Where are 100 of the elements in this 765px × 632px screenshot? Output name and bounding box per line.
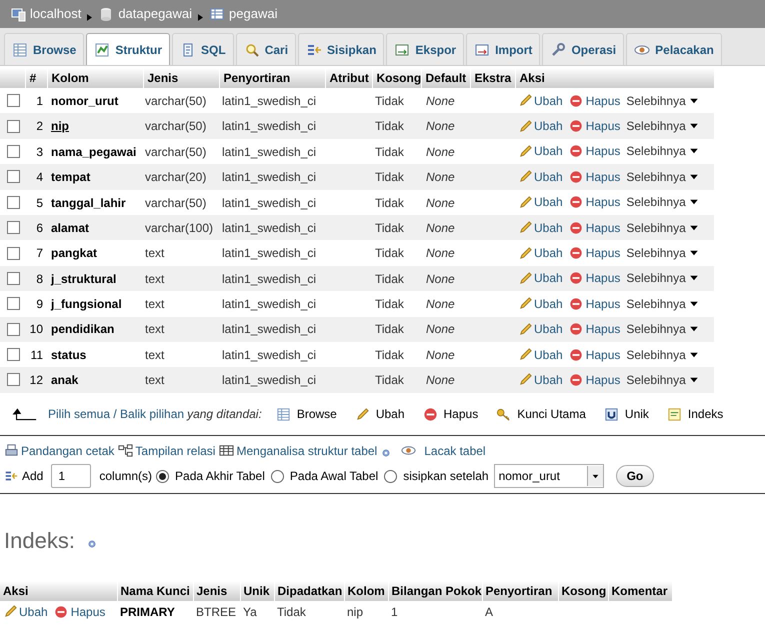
column-name: alamat bbox=[51, 220, 90, 235]
table-cell: Tidak bbox=[375, 119, 404, 134]
more-dropdown[interactable]: Selebihnya bbox=[626, 168, 700, 186]
drop-link[interactable]: Hapus bbox=[568, 269, 620, 288]
edit-link[interactable]: Ubah bbox=[518, 218, 563, 237]
drop-link[interactable]: Hapus bbox=[568, 320, 620, 338]
more-dropdown[interactable]: Selebihnya bbox=[626, 370, 700, 389]
table-link[interactable]: Pandangan cetak bbox=[4, 442, 114, 460]
row-number: 11 bbox=[30, 348, 43, 362]
table-cell: None bbox=[426, 170, 455, 184]
drop-link[interactable]: Hapus bbox=[568, 294, 620, 313]
drop-link[interactable]: Hapus bbox=[568, 244, 620, 262]
tab[interactable]: Ekspor bbox=[386, 33, 464, 65]
checkbox[interactable] bbox=[7, 246, 20, 260]
pencil-icon bbox=[518, 169, 533, 184]
checkbox[interactable] bbox=[7, 373, 20, 386]
bulk-action-button[interactable]: Hapus bbox=[422, 405, 478, 424]
breadcrumb-link[interactable]: datapegawai bbox=[98, 4, 192, 24]
tab[interactable]: Struktur bbox=[86, 33, 170, 65]
edit-link[interactable]: Ubah bbox=[518, 370, 563, 389]
more-dropdown[interactable]: Selebihnya bbox=[626, 294, 700, 313]
tab[interactable]: Sisipkan bbox=[298, 33, 384, 65]
checkbox[interactable] bbox=[7, 120, 20, 133]
checkbox[interactable] bbox=[7, 94, 20, 108]
checkbox[interactable] bbox=[7, 322, 20, 336]
table-link[interactable]: Tampilan relasi bbox=[118, 442, 216, 460]
more-dropdown[interactable]: Selebihnya bbox=[626, 346, 700, 364]
table-cell: Tidak bbox=[375, 246, 404, 260]
drop-icon bbox=[568, 322, 583, 336]
drop-link[interactable]: Hapus bbox=[568, 218, 620, 237]
tab[interactable]: SQL bbox=[172, 33, 234, 65]
table-cell: None bbox=[426, 322, 455, 336]
drop-link[interactable]: Hapus bbox=[568, 142, 620, 160]
column-header: Atribut bbox=[325, 68, 372, 88]
edit-link[interactable]: Ubah bbox=[518, 346, 563, 364]
tab[interactable]: Cari bbox=[236, 33, 296, 65]
tab[interactable]: Import bbox=[466, 33, 540, 65]
edit-link[interactable]: Ubah bbox=[518, 168, 563, 186]
more-dropdown[interactable]: Selebihnya bbox=[626, 142, 700, 160]
radio-button[interactable] bbox=[270, 470, 284, 483]
column-header: Dipadatkan bbox=[274, 580, 344, 601]
drop-link[interactable]: Hapus bbox=[568, 193, 620, 212]
drop-icon bbox=[568, 119, 583, 134]
edit-link[interactable]: Ubah bbox=[3, 602, 48, 621]
edit-link[interactable]: Ubah bbox=[518, 269, 563, 288]
table-link[interactable]: Menganalisa struktur tabel bbox=[219, 442, 378, 460]
drop-link[interactable]: Hapus bbox=[568, 117, 620, 136]
edit-link[interactable]: Ubah bbox=[518, 92, 563, 110]
checkbox[interactable] bbox=[7, 221, 20, 234]
go-button[interactable]: Go bbox=[616, 465, 654, 488]
bulk-action-button[interactable]: Unik bbox=[604, 405, 649, 424]
drop-link[interactable]: Hapus bbox=[568, 370, 620, 389]
bulk-action-button[interactable]: Browse bbox=[276, 405, 337, 424]
column-name: pendidikan bbox=[51, 322, 114, 336]
more-dropdown[interactable]: Selebihnya bbox=[626, 92, 700, 110]
drop-link[interactable]: Hapus bbox=[568, 346, 620, 364]
table-cell: Tidak bbox=[375, 220, 404, 235]
bulk-action-button[interactable]: Indeks bbox=[666, 405, 724, 424]
edit-link[interactable]: Ubah bbox=[518, 294, 563, 313]
select-all-link[interactable]: Pilih semua / Balik pilihan bbox=[48, 405, 184, 424]
more-dropdown[interactable]: Selebihnya bbox=[626, 244, 700, 262]
more-dropdown[interactable]: Selebihnya bbox=[626, 193, 700, 212]
tab[interactable]: Browse bbox=[4, 33, 84, 65]
drop-link[interactable]: Hapus bbox=[568, 168, 620, 186]
more-dropdown[interactable]: Selebihnya bbox=[626, 269, 700, 288]
more-dropdown[interactable]: Selebihnya bbox=[626, 218, 700, 237]
bulk-action-button[interactable]: Ubah bbox=[354, 405, 405, 424]
column-header: Kosong bbox=[372, 68, 421, 88]
table-cell: latin1_swedish_ci bbox=[222, 196, 316, 210]
tab[interactable]: Operasi bbox=[542, 33, 624, 65]
column-count-field[interactable]: 1 bbox=[51, 464, 92, 488]
radio-button[interactable] bbox=[156, 470, 170, 483]
drop-icon bbox=[568, 348, 583, 362]
breadcrumb-link[interactable]: localhost bbox=[10, 4, 82, 24]
checkbox[interactable] bbox=[7, 144, 20, 158]
checkbox[interactable] bbox=[7, 272, 20, 285]
edit-link[interactable]: Ubah bbox=[518, 142, 563, 160]
drop-link[interactable]: Hapus bbox=[568, 92, 620, 110]
checkbox[interactable] bbox=[7, 196, 20, 209]
table-link[interactable]: Lacak tabel bbox=[401, 442, 486, 460]
bulk-action-button[interactable]: Kunci Utama bbox=[496, 405, 586, 424]
checkbox[interactable] bbox=[7, 297, 20, 310]
edit-link[interactable]: Ubah bbox=[518, 117, 563, 136]
edit-link[interactable]: Ubah bbox=[518, 244, 563, 262]
table-cell: varchar(100) bbox=[145, 220, 214, 235]
tab[interactable]: Pelacakan bbox=[626, 33, 722, 65]
drop-link[interactable]: Hapus bbox=[54, 602, 106, 621]
edit-link[interactable]: Ubah bbox=[518, 193, 563, 212]
checkbox[interactable] bbox=[7, 170, 20, 184]
more-dropdown[interactable]: Selebihnya bbox=[626, 117, 700, 136]
radio-button[interactable] bbox=[384, 470, 398, 483]
edit-link[interactable]: Ubah bbox=[518, 320, 563, 338]
column-header: Kolom bbox=[47, 68, 143, 88]
position-select[interactable]: nomor_urut bbox=[494, 464, 604, 488]
row-number: 9 bbox=[36, 297, 43, 312]
breadcrumb-link[interactable]: pegawai bbox=[209, 4, 278, 24]
checkbox[interactable] bbox=[7, 348, 20, 362]
column-name: tempat bbox=[51, 170, 90, 184]
more-dropdown[interactable]: Selebihnya bbox=[626, 320, 700, 338]
pencil-icon bbox=[518, 322, 533, 337]
